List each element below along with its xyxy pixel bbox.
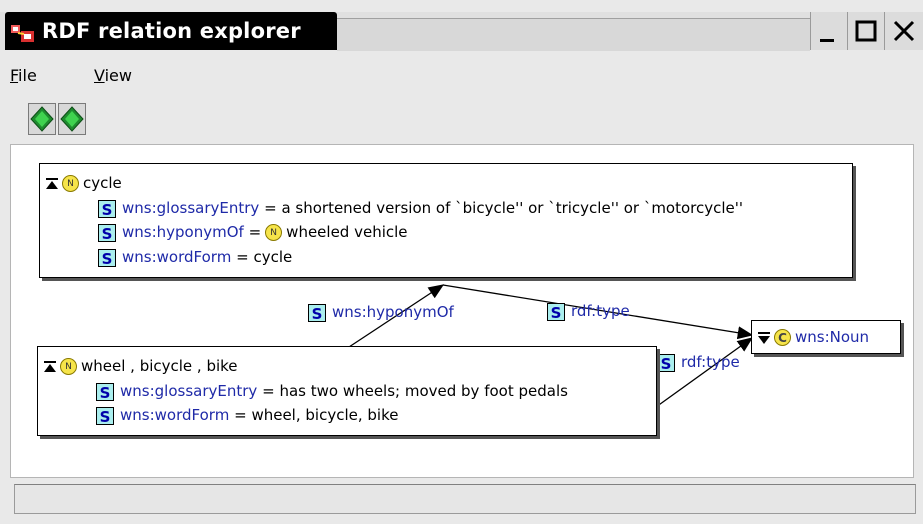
forward-button[interactable] <box>58 103 86 135</box>
s-tag: S <box>657 353 675 373</box>
edge-predicate: wns:hyponymOf <box>332 303 454 321</box>
node-label: wns:Noun <box>795 328 870 346</box>
instance-badge-icon: N <box>60 358 77 375</box>
node-header: Ncycle <box>46 174 122 192</box>
s-tag: S <box>96 406 114 426</box>
title-bar-filler[interactable] <box>337 18 810 51</box>
window-title: RDF relation explorer <box>42 19 301 43</box>
back-diamond-icon <box>30 106 54 132</box>
collapse-icon[interactable] <box>46 177 58 190</box>
minimize-icon <box>820 39 834 42</box>
node-header: Nwheel , bicycle , bike <box>44 357 238 375</box>
property-value: cycle <box>253 248 293 266</box>
s-tag: S <box>98 199 116 219</box>
property-predicate: wns:glossaryEntry <box>122 199 260 217</box>
property-row[interactable]: Swns:wordForm = cycle <box>98 248 293 268</box>
status-bar <box>14 484 916 514</box>
property-value: has two wheels; moved by foot pedals <box>279 382 568 400</box>
node-label: wheel , bicycle , bike <box>81 357 238 375</box>
back-button[interactable] <box>28 103 56 135</box>
close-button[interactable] <box>884 12 923 50</box>
minimize-button[interactable] <box>810 12 847 50</box>
property-predicate: wns:wordForm <box>120 406 230 424</box>
instance-badge-icon: N <box>62 175 79 192</box>
property-row[interactable]: Swns:glossaryEntry = a shortened version… <box>98 199 744 219</box>
s-tag: S <box>308 303 326 323</box>
collapse-icon[interactable] <box>44 360 56 373</box>
menu-file[interactable]: File <box>10 66 37 85</box>
menu-bar <box>0 52 923 92</box>
property-sep: = <box>262 382 275 400</box>
node-header: Cwns:Noun <box>758 328 869 346</box>
property-sep: = <box>264 199 277 217</box>
property-sep: = <box>236 248 249 266</box>
property-sep: = <box>234 406 247 424</box>
s-tag: S <box>96 382 114 402</box>
menu-view[interactable]: View <box>94 66 132 85</box>
edge-label-rdftype-wheel[interactable]: Srdf:type <box>657 353 740 373</box>
graph-canvas[interactable]: Swns:hyponymOf Srdf:type Srdf:type Ncycl… <box>10 144 914 478</box>
property-predicate: wns:wordForm <box>122 248 232 266</box>
class-badge-icon: C <box>774 329 791 346</box>
menu-file-accel: F <box>10 66 19 85</box>
edge-predicate: rdf:type <box>571 302 630 320</box>
s-tag: S <box>98 248 116 268</box>
node-cycle[interactable]: Ncycle Swns:glossaryEntry = a shortened … <box>39 163 853 278</box>
property-row[interactable]: Swns:hyponymOf = Nwheeled vehicle <box>98 223 408 243</box>
property-predicate: wns:glossaryEntry <box>120 382 258 400</box>
property-predicate: wns:hyponymOf <box>122 223 244 241</box>
property-row[interactable]: Swns:glossaryEntry = has two wheels; mov… <box>96 382 568 402</box>
app-icon[interactable] <box>10 22 36 44</box>
expand-icon[interactable] <box>758 331 770 344</box>
node-wheel[interactable]: Nwheel , bicycle , bike Swns:glossaryEnt… <box>37 346 657 436</box>
node-noun[interactable]: Cwns:Noun <box>751 320 901 354</box>
property-value: a shortened version of `bicycle'' or `tr… <box>281 199 744 217</box>
maximize-button[interactable] <box>847 12 884 50</box>
menu-view-accel: V <box>94 66 105 85</box>
close-icon <box>893 20 915 42</box>
edge-label-hyponymof[interactable]: Swns:hyponymOf <box>308 303 454 323</box>
menu-view-label: iew <box>104 66 132 85</box>
edge-rdftype-wheel-line <box>655 337 754 408</box>
edge-predicate: rdf:type <box>681 353 740 371</box>
instance-badge-icon: N <box>265 224 283 241</box>
menu-file-label: ile <box>18 66 37 85</box>
edge-label-rdftype-cycle[interactable]: Srdf:type <box>547 302 630 322</box>
s-tag: S <box>98 223 116 243</box>
property-value: wheeled vehicle <box>286 223 408 241</box>
property-row[interactable]: Swns:wordForm = wheel, bicycle, bike <box>96 406 399 426</box>
property-value: wheel, bicycle, bike <box>251 406 399 424</box>
forward-diamond-icon <box>60 106 84 132</box>
maximize-icon <box>855 20 877 42</box>
s-tag: S <box>547 302 565 322</box>
node-label: cycle <box>83 174 122 192</box>
property-sep: = <box>248 223 262 241</box>
application-window: RDF relation explorer File View S wns:hy… <box>0 0 923 524</box>
